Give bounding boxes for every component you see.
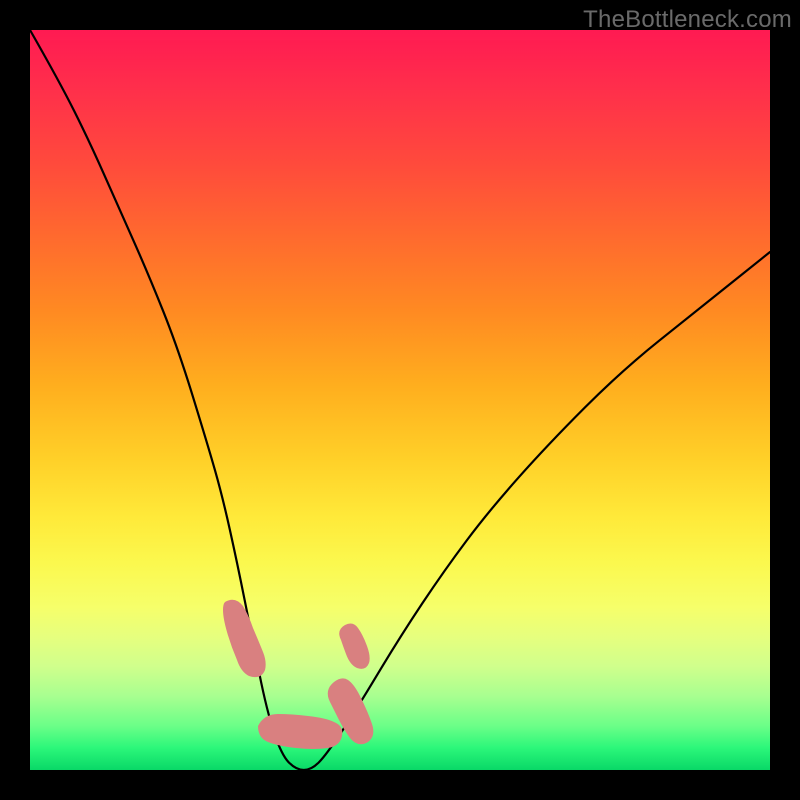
right-marker-lobe: [339, 624, 369, 669]
left-marker: [223, 600, 266, 677]
watermark-text: TheBottleneck.com: [583, 6, 792, 34]
bottom-marker: [258, 714, 342, 749]
overlay-svg: [30, 30, 770, 770]
marker-group: [223, 600, 373, 749]
bottleneck-curve: [30, 30, 770, 770]
plot-area: [30, 30, 770, 770]
chart-frame: TheBottleneck.com: [0, 0, 800, 800]
